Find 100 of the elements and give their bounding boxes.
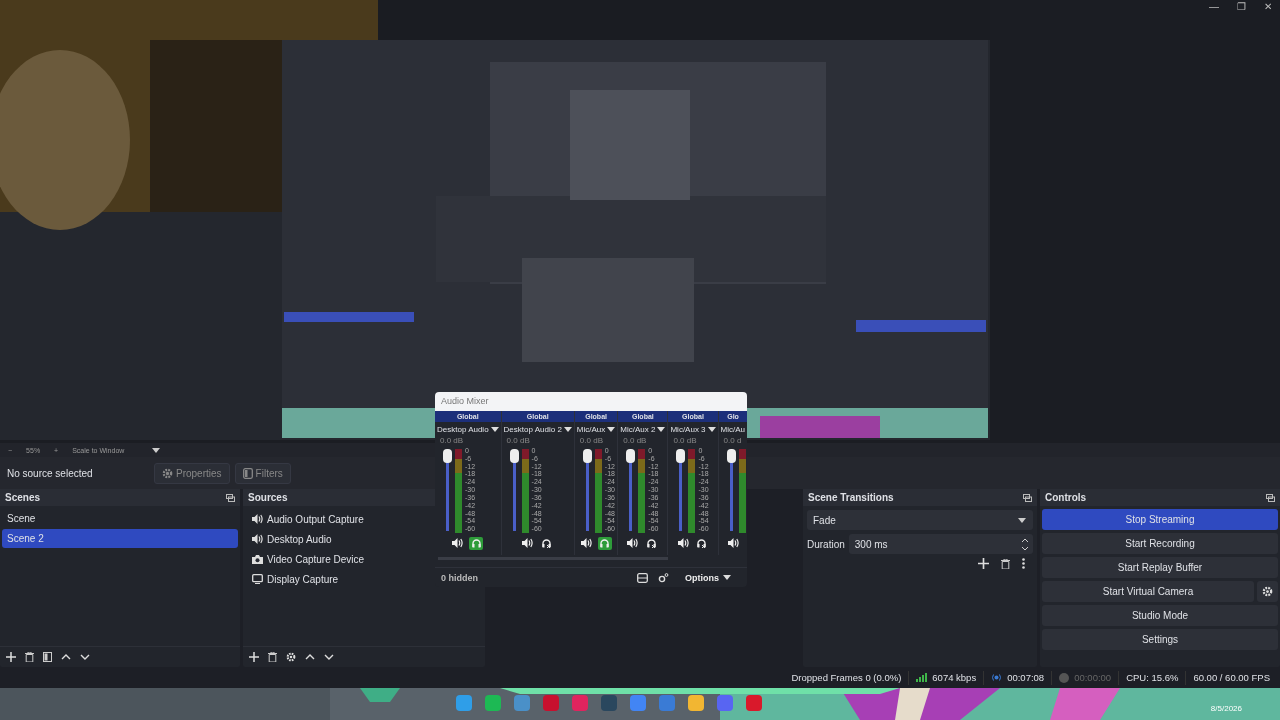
channel-name[interactable]: Desktop Audio 2 bbox=[503, 422, 572, 436]
layout-icon[interactable] bbox=[637, 572, 648, 583]
control-button[interactable]: Start Virtual Camera bbox=[1042, 581, 1254, 602]
trash-icon[interactable] bbox=[25, 652, 34, 662]
scene-item[interactable]: Scene 2 bbox=[2, 529, 238, 548]
scene-item[interactable]: Scene bbox=[2, 509, 238, 528]
cpu-usage: CPU: 15.6% bbox=[1126, 672, 1179, 683]
trash-icon[interactable] bbox=[268, 652, 277, 662]
transition-dropdown[interactable]: Fade bbox=[807, 510, 1033, 530]
caret-icon bbox=[723, 575, 731, 580]
headphone-toggle[interactable] bbox=[644, 536, 659, 550]
channel-name[interactable]: Mic/Aux bbox=[576, 422, 616, 436]
dropped-frames: Dropped Frames 0 (0.0%) bbox=[791, 672, 902, 683]
duration-label: Duration bbox=[807, 538, 845, 550]
down-icon[interactable] bbox=[80, 654, 90, 660]
panel-title: Scene Transitions bbox=[808, 492, 894, 503]
control-button[interactable]: Settings bbox=[1042, 629, 1278, 650]
volume-slider[interactable] bbox=[509, 451, 519, 531]
caret-icon[interactable] bbox=[490, 426, 499, 432]
caret-icon[interactable] bbox=[563, 426, 572, 432]
trash-icon[interactable] bbox=[1001, 558, 1010, 569]
headphone-toggle[interactable] bbox=[694, 536, 709, 550]
down-icon[interactable] bbox=[324, 654, 334, 660]
volume-slider[interactable] bbox=[582, 451, 592, 531]
volume-db: 0.0 dB bbox=[439, 436, 465, 447]
control-button[interactable]: Start Recording bbox=[1042, 533, 1278, 554]
settings-icon[interactable] bbox=[658, 572, 669, 583]
caret-icon[interactable] bbox=[657, 426, 666, 432]
window-control[interactable]: ✕ bbox=[1264, 1, 1272, 12]
filter-icon bbox=[242, 467, 253, 479]
speaker-icon bbox=[252, 534, 263, 544]
volume-db: 0.0 dB bbox=[578, 436, 604, 447]
speaker-icon[interactable] bbox=[677, 538, 689, 548]
speaker-icon bbox=[252, 514, 263, 524]
filter-icon[interactable] bbox=[43, 652, 52, 662]
fps: 60.00 / 60.00 FPS bbox=[1193, 672, 1270, 683]
control-button[interactable]: Studio Mode bbox=[1042, 605, 1278, 626]
signal-icon bbox=[916, 673, 928, 682]
volume-slider[interactable] bbox=[676, 451, 686, 531]
up-icon[interactable] bbox=[61, 654, 71, 660]
panel-title: Sources bbox=[248, 492, 288, 503]
volume-db: 0.0 dB bbox=[672, 436, 698, 447]
panel-title: Scenes bbox=[5, 492, 41, 503]
channel-name[interactable]: Mic/Aux 2 bbox=[620, 422, 666, 436]
more-icon[interactable] bbox=[1022, 558, 1025, 569]
speaker-icon[interactable] bbox=[452, 538, 464, 548]
float-icon[interactable] bbox=[1266, 493, 1275, 502]
volume-db: 0.0 dB bbox=[622, 436, 648, 447]
source-item[interactable]: Desktop Audio bbox=[267, 533, 332, 545]
caret-icon[interactable] bbox=[707, 426, 716, 432]
add-icon[interactable] bbox=[978, 558, 989, 569]
source-item[interactable]: Video Capture Device bbox=[267, 553, 365, 565]
window-control[interactable]: ❐ bbox=[1237, 1, 1246, 12]
headphone-toggle[interactable] bbox=[597, 536, 612, 550]
volume-db: 0.0 dB bbox=[505, 436, 531, 447]
gear-icon[interactable] bbox=[286, 652, 296, 662]
control-button[interactable]: Stop Streaming bbox=[1042, 509, 1278, 530]
float-icon[interactable] bbox=[226, 493, 235, 502]
options-button[interactable]: Options bbox=[679, 571, 737, 584]
filters-button[interactable]: Filters bbox=[234, 462, 291, 484]
headphone-toggle[interactable] bbox=[539, 536, 554, 550]
caret-icon[interactable] bbox=[607, 426, 616, 432]
volume-slider[interactable] bbox=[726, 451, 736, 531]
camera-icon bbox=[252, 554, 263, 564]
record-time: 00:00:00 bbox=[1074, 672, 1112, 683]
channel-name[interactable]: Mic/Aux 3 bbox=[670, 422, 716, 436]
speaker-icon[interactable] bbox=[522, 538, 534, 548]
monitor-icon bbox=[252, 574, 263, 584]
gear-icon bbox=[1262, 586, 1273, 597]
spinner-arrows-icon[interactable] bbox=[1021, 537, 1029, 551]
add-icon[interactable] bbox=[249, 652, 259, 662]
duration-field[interactable]: 300 ms bbox=[848, 534, 1033, 554]
properties-button[interactable]: Properties bbox=[154, 462, 230, 484]
headphone-toggle[interactable] bbox=[469, 536, 484, 550]
window-control[interactable]: — bbox=[1209, 1, 1219, 12]
source-item[interactable]: Display Capture bbox=[267, 573, 339, 585]
speaker-icon[interactable] bbox=[727, 538, 739, 548]
stream-icon bbox=[991, 673, 1003, 682]
hidden-count: 0 hidden bbox=[441, 572, 478, 583]
panel-title: Controls bbox=[1045, 492, 1087, 503]
stream-time: 00:07:08 bbox=[1007, 672, 1045, 683]
add-icon[interactable] bbox=[6, 652, 16, 662]
float-icon[interactable] bbox=[1023, 493, 1032, 502]
source-item[interactable]: Audio Output Capture bbox=[267, 513, 364, 525]
mixer-title: Audio Mixer bbox=[435, 392, 747, 411]
volume-slider[interactable] bbox=[626, 451, 636, 531]
speaker-icon[interactable] bbox=[627, 538, 639, 548]
channel-name[interactable]: Desktop Audio bbox=[437, 422, 499, 436]
control-button[interactable]: Start Replay Buffer bbox=[1042, 557, 1278, 578]
channel-name[interactable]: Mic/Au bbox=[720, 422, 746, 436]
volume-db: 0.0 d bbox=[722, 436, 743, 447]
speaker-icon[interactable] bbox=[580, 538, 592, 548]
source-status: No source selected bbox=[6, 467, 94, 479]
settings-button[interactable] bbox=[1257, 581, 1278, 602]
gear-icon bbox=[162, 467, 173, 479]
bitrate: 6074 kbps bbox=[932, 672, 977, 683]
caret-icon[interactable] bbox=[152, 447, 161, 453]
volume-slider[interactable] bbox=[443, 451, 452, 531]
up-icon[interactable] bbox=[305, 654, 315, 660]
caret-icon bbox=[1018, 517, 1026, 523]
